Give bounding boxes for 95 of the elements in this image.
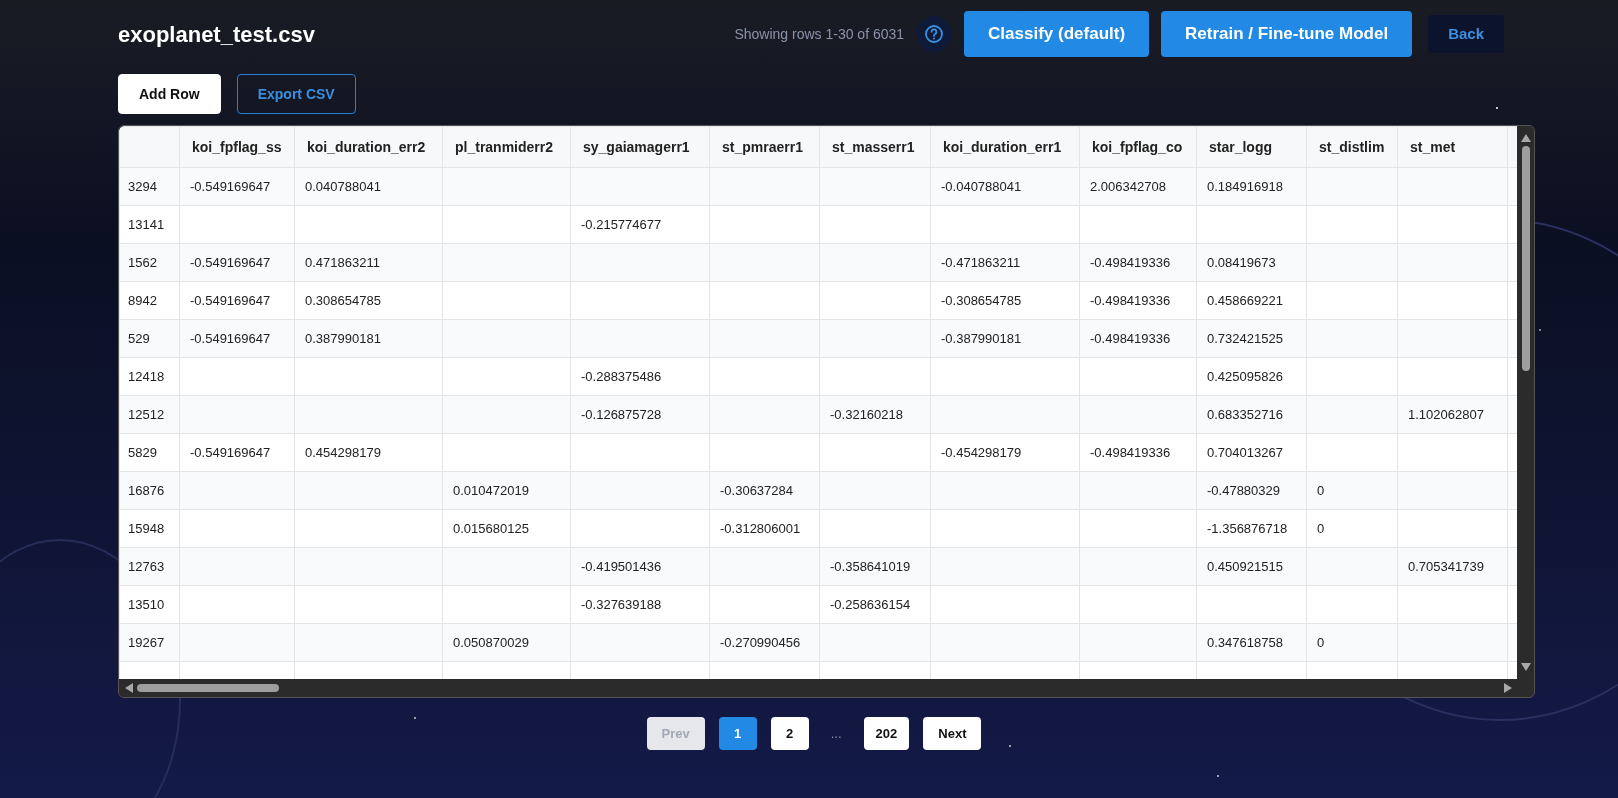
index-header	[119, 126, 180, 168]
table-cell: 0.040788041	[294, 167, 443, 206]
row-index: 8942	[119, 281, 180, 320]
table-cell: -0.549169647	[179, 167, 295, 206]
action-button[interactable]: Retrain / Fine-tune Model	[1161, 11, 1413, 57]
table-cell: 0.705341739	[1397, 547, 1508, 586]
action-button[interactable]: Classify (default)	[964, 11, 1150, 57]
table-cell: -0.498419336	[1079, 243, 1197, 282]
column-header: star_logg	[1196, 126, 1307, 168]
help-icon	[924, 24, 945, 44]
column-header: koi_fpflag_co	[1079, 126, 1197, 168]
table-cell: -0.32160218	[819, 395, 931, 434]
row-index: 12512	[119, 395, 180, 434]
row-index: 12418	[119, 357, 180, 396]
table-cell: -0.258636154	[819, 585, 931, 624]
table-cell: -0.270990456	[709, 623, 820, 662]
page-button[interactable]: 1	[718, 717, 757, 750]
scrollbar-thumb[interactable]	[1521, 146, 1530, 371]
page-button[interactable]: 202	[863, 717, 910, 750]
row-index: 13141	[119, 205, 180, 244]
scrollbar-thumb[interactable]	[137, 684, 279, 692]
table-cell: 0.184916918	[1196, 167, 1307, 206]
add-row-button[interactable]: Add Row	[118, 74, 221, 114]
row-index: 13510	[119, 585, 180, 624]
row-index: 529	[119, 319, 180, 358]
table-cell: 0	[1306, 471, 1398, 510]
scroll-down-icon	[1520, 663, 1531, 671]
table-cell: -0.327639188	[570, 585, 710, 624]
page-button[interactable]: 2	[770, 717, 809, 750]
column-header: pl_tranmiderr2	[442, 126, 571, 168]
table-cell: 0	[1306, 509, 1398, 548]
table-cell: 0.683352716	[1196, 395, 1307, 434]
table-cell: -0.308654785	[930, 281, 1080, 320]
table-cell: -0.040788041	[930, 167, 1080, 206]
table-cell: 1.102062807	[1397, 395, 1508, 434]
table-cell: 0.308654785	[294, 281, 443, 320]
table-cell: -0.419501436	[570, 547, 710, 586]
column-header: st_distlim	[1306, 126, 1398, 168]
column-header: koi_duration_err2	[294, 126, 443, 168]
table-cell: -0.498419336	[1079, 433, 1197, 472]
table-cell: 0.050870029	[442, 623, 571, 662]
table-cell: 0.704013267	[1196, 433, 1307, 472]
vertical-scrollbar[interactable]	[1517, 126, 1534, 679]
table-cell: -0.549169647	[179, 319, 295, 358]
page-nav-button[interactable]: Next	[923, 717, 982, 750]
table-cell: -0.549169647	[179, 243, 295, 282]
table-cell: -0.215774677	[570, 205, 710, 244]
export-button[interactable]: Export CSV	[236, 74, 356, 114]
table-cell: -1.356876718	[1196, 509, 1307, 548]
table-cell: 0.010472019	[442, 471, 571, 510]
table-cell: -0.498419336	[1079, 319, 1197, 358]
table-cell: -0.312806001	[709, 509, 820, 548]
scroll-up-icon	[1520, 134, 1531, 142]
row-index: 5829	[119, 433, 180, 472]
file-title: exoplanet_test.csv	[118, 20, 315, 49]
row-index: 15948	[119, 509, 180, 548]
table-cell: -0.471863211	[930, 243, 1080, 282]
table-cell: 0.454298179	[294, 433, 443, 472]
table-cell: -0.288375486	[570, 357, 710, 396]
table-cell: -0.454298179	[930, 433, 1080, 472]
table-cell: 0.347618758	[1196, 623, 1307, 662]
row-index: 1562	[119, 243, 180, 282]
row-index: 3294	[119, 167, 180, 206]
table-cell: 0.732421525	[1196, 319, 1307, 358]
table-cell: -0.549169647	[179, 433, 295, 472]
table-cell: -0.387990181	[930, 319, 1080, 358]
column-header: koi_duration_err1	[930, 126, 1080, 168]
table-cell: 2.006342708	[1079, 167, 1197, 206]
column-header: st_met	[1397, 126, 1508, 168]
table-cell: 0.458669221	[1196, 281, 1307, 320]
row-info: Showing rows 1-30 of 6031	[734, 24, 905, 44]
table-cell: -0.549169647	[179, 281, 295, 320]
table-cell: 0.387990181	[294, 319, 443, 358]
table-cell: -0.126875728	[570, 395, 710, 434]
column-header: st_masserr1	[819, 126, 931, 168]
table-cell: 0.08419673	[1196, 243, 1307, 282]
scroll-left-icon	[125, 683, 133, 693]
back-button[interactable]: Back	[1428, 15, 1504, 53]
column-header: sy_gaiamagerr1	[570, 126, 710, 168]
column-header: st_pmraerr1	[709, 126, 820, 168]
row-index: 19267	[119, 623, 180, 662]
table-cell: -0.30637284	[709, 471, 820, 510]
table-cell: 0.471863211	[294, 243, 443, 282]
table-cell: 0.015680125	[442, 509, 571, 548]
scroll-right-icon	[1504, 683, 1512, 693]
table-cell: -0.498419336	[1079, 281, 1197, 320]
column-header: koi_fpflag_ss	[179, 126, 295, 168]
row-index: 16876	[119, 471, 180, 510]
table-cell: -0.47880329	[1196, 471, 1307, 510]
table-cell: 0.450921515	[1196, 547, 1307, 586]
table-cell: 0	[1306, 623, 1398, 662]
row-index: 12763	[119, 547, 180, 586]
table-cell: -0.358641019	[819, 547, 931, 586]
table-cell: 0.425095826	[1196, 357, 1307, 396]
page-gap: ...	[829, 724, 843, 743]
